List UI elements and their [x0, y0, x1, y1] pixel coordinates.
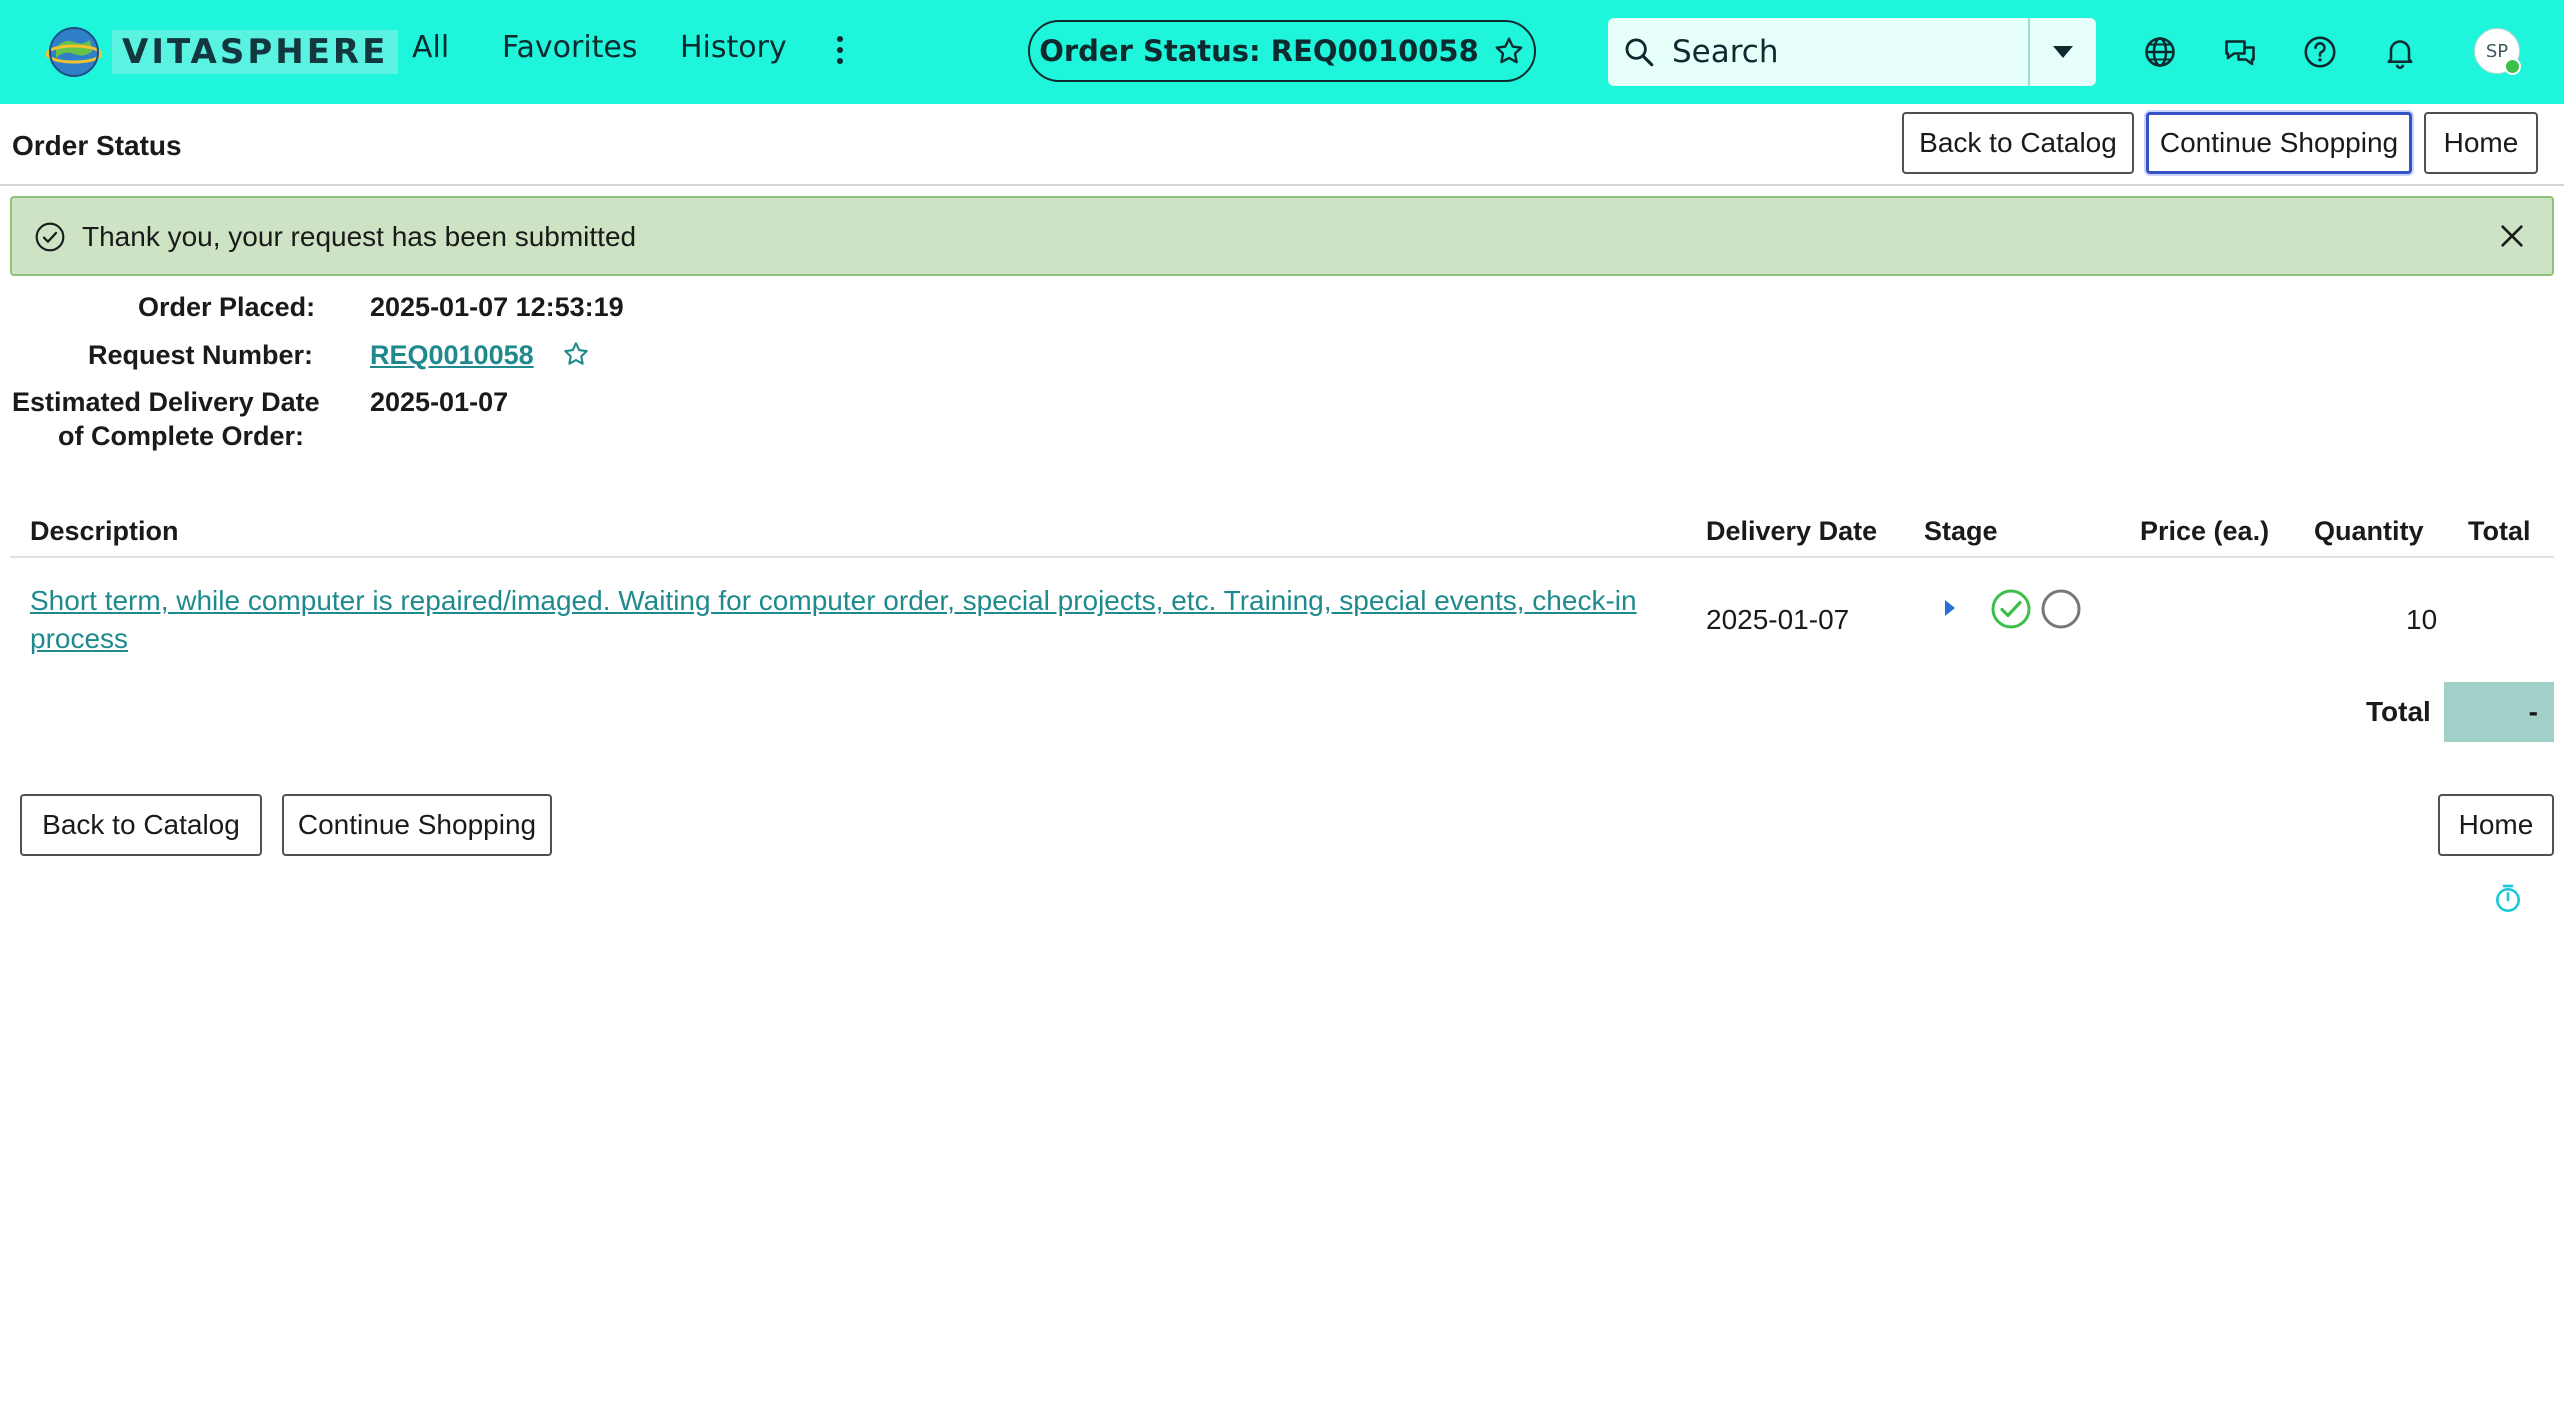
global-search — [1608, 18, 2096, 86]
top-navigation-bar: VITASPHERE All Favorites History Order S… — [0, 0, 2564, 104]
context-title: Order Status: REQ0010058 — [1039, 34, 1479, 68]
stage-pending-icon — [2041, 589, 2081, 629]
order-total-label: Total — [2366, 696, 2431, 727]
item-description-link[interactable]: Short term, while computer is repaired/i… — [30, 582, 1670, 658]
home-button-bottom[interactable]: Home — [2438, 794, 2554, 856]
request-number-text[interactable]: REQ0010058 — [370, 340, 534, 370]
request-number-link[interactable]: REQ0010058 — [370, 340, 534, 371]
item-quantity: 10 — [2406, 604, 2438, 635]
star-outline-icon[interactable] — [562, 340, 590, 368]
column-header-delivery-date: Delivery Date — [1706, 516, 1878, 546]
column-header-description: Description — [30, 516, 179, 546]
online-status-dot — [2504, 58, 2521, 75]
nav-favorites[interactable]: Favorites — [502, 30, 638, 65]
success-alert: Thank you, your request has been submitt… — [10, 196, 2554, 276]
alert-message: Thank you, your request has been submitt… — [82, 221, 637, 252]
help-icon[interactable] — [2302, 34, 2338, 70]
search-scope-dropdown[interactable] — [2028, 18, 2096, 86]
user-avatar[interactable]: SP — [2474, 28, 2521, 75]
page-title: Order Status — [12, 130, 182, 161]
star-outline-icon[interactable] — [1493, 35, 1525, 67]
order-total-value: - — [2444, 682, 2554, 742]
continue-shopping-button-bottom[interactable]: Continue Shopping — [282, 794, 552, 856]
estimated-delivery-label-line2: of Complete Order: — [58, 421, 305, 451]
brand-logo[interactable]: VITASPHERE — [46, 24, 399, 80]
back-to-catalog-button-bottom[interactable]: Back to Catalog — [20, 794, 262, 856]
brand-name: VITASPHERE — [112, 30, 399, 74]
more-vertical-icon[interactable] — [832, 36, 848, 68]
close-icon[interactable] — [2496, 220, 2528, 252]
column-header-quantity: Quantity — [2314, 516, 2424, 546]
timer-icon[interactable] — [2492, 882, 2524, 914]
stage-completed-icon — [1991, 589, 2031, 629]
column-header-stage: Stage — [1924, 516, 1998, 546]
nav-history[interactable]: History — [680, 30, 787, 65]
back-to-catalog-button[interactable]: Back to Catalog — [1902, 112, 2134, 174]
globe-icon[interactable] — [2142, 34, 2178, 70]
column-header-total: Total — [2468, 516, 2531, 546]
estimated-delivery-value: 2025-01-07 — [370, 387, 509, 417]
nav-all[interactable]: All — [412, 30, 449, 65]
context-title-pill: Order Status: REQ0010058 — [1028, 20, 1536, 82]
home-button[interactable]: Home — [2424, 112, 2538, 174]
table-header-divider — [10, 556, 2554, 558]
page-header: Order Status Back to Catalog Continue Sh… — [0, 104, 2564, 186]
search-icon — [1625, 38, 1654, 67]
chat-icon[interactable] — [2222, 34, 2258, 70]
order-placed-label: Order Placed: — [138, 292, 316, 322]
request-number-label: Request Number: — [88, 340, 314, 370]
check-circle-icon — [35, 222, 65, 252]
bell-icon[interactable] — [2382, 34, 2418, 70]
item-delivery-date: 2025-01-07 — [1706, 604, 1850, 635]
caret-down-icon — [2053, 46, 2073, 58]
order-placed-value: 2025-01-07 12:53:19 — [370, 292, 624, 322]
continue-shopping-button[interactable]: Continue Shopping — [2146, 112, 2412, 174]
expand-stage-arrow-icon[interactable] — [1942, 598, 1958, 618]
search-input[interactable] — [1670, 33, 2004, 71]
globe-logo-icon — [46, 27, 102, 77]
avatar-initials: SP — [2485, 40, 2509, 62]
column-header-price: Price (ea.) — [2140, 516, 2270, 546]
estimated-delivery-label-line1: Estimated Delivery Date — [12, 387, 320, 417]
